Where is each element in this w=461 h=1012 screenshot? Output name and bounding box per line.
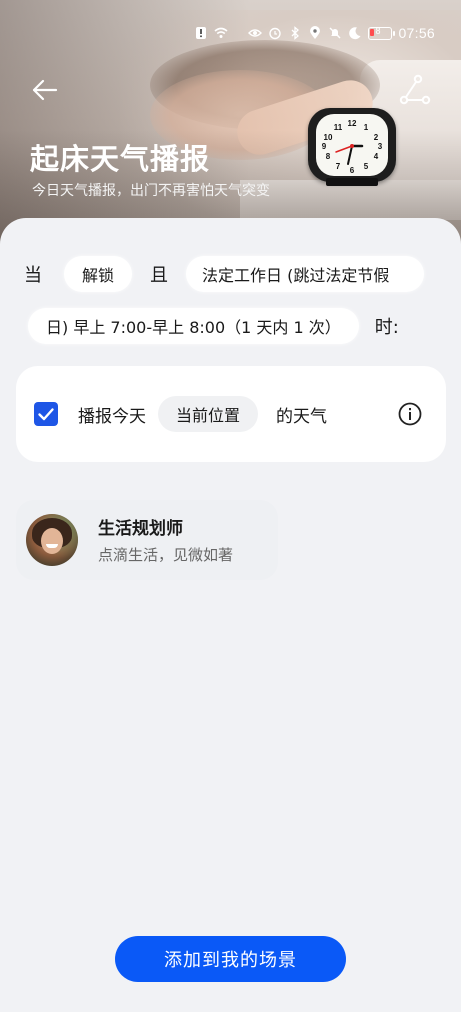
svg-text:11: 11 bbox=[334, 123, 343, 132]
page-title: 起床天气播报 bbox=[30, 142, 211, 176]
flow-share-icon[interactable] bbox=[398, 74, 432, 106]
alarm-clock-image: 12 1 2 345 678 9 10 11 bbox=[308, 108, 396, 186]
svg-text:6: 6 bbox=[350, 166, 355, 175]
bluetooth-icon bbox=[291, 26, 300, 40]
svg-text:1: 1 bbox=[364, 123, 369, 132]
location-chip[interactable]: 当前位置 bbox=[158, 396, 259, 432]
checkmark-icon bbox=[38, 408, 54, 421]
time-suffix: 时: bbox=[374, 317, 399, 338]
action-card: 播报今天 当前位置 的天气 bbox=[16, 366, 446, 462]
trigger-chip[interactable]: 解锁 bbox=[64, 256, 133, 292]
location-icon bbox=[310, 26, 321, 39]
battery-icon: 8 bbox=[368, 25, 396, 40]
when-word: 当 bbox=[24, 265, 42, 286]
wifi-icon bbox=[214, 27, 228, 38]
svg-text:5: 5 bbox=[364, 162, 369, 171]
avatar-face bbox=[41, 528, 63, 554]
battery-level-text: 8 bbox=[375, 25, 381, 36]
author-description: 点滴生活，见微如著 bbox=[98, 546, 234, 564]
svg-text:3: 3 bbox=[378, 142, 383, 151]
info-icon[interactable] bbox=[398, 402, 422, 426]
avatar bbox=[26, 514, 78, 566]
action-text-after: 的天气 bbox=[276, 407, 327, 427]
schedule-chip-continued[interactable]: 日) 早上 7:00-早上 8:00（1 天内 1 次） bbox=[28, 308, 359, 344]
action-checkbox[interactable] bbox=[34, 402, 58, 426]
add-to-my-scenes-button[interactable]: 添加到我的场景 bbox=[115, 936, 346, 982]
condition-row-1: 当 解锁 且 法定工作日 (跳过法定节假 bbox=[24, 256, 425, 292]
action-text-before: 播报今天 bbox=[78, 407, 146, 427]
condition-row-2: 日) 早上 7:00-早上 8:00（1 天内 1 次） 时: bbox=[28, 308, 399, 344]
page-subtitle: 今日天气播报，出门不再害怕天气突变 bbox=[32, 183, 270, 199]
clock-time: 07:56 bbox=[398, 25, 435, 41]
arrow-left-icon[interactable] bbox=[28, 74, 60, 106]
svg-text:10: 10 bbox=[324, 133, 333, 142]
battery-level-bar bbox=[370, 28, 375, 36]
author-name: 生活规划师 bbox=[98, 519, 183, 539]
clock-feet bbox=[326, 178, 378, 186]
svg-text:7: 7 bbox=[336, 162, 341, 171]
svg-text:4: 4 bbox=[374, 152, 379, 161]
schedule-chip[interactable]: 法定工作日 (跳过法定节假 bbox=[186, 256, 425, 292]
svg-text:2: 2 bbox=[374, 133, 379, 142]
status-bar: 8 07:56 bbox=[194, 22, 435, 44]
and-word: 且 bbox=[150, 265, 169, 286]
svg-text:12: 12 bbox=[348, 119, 357, 128]
svg-text:9: 9 bbox=[322, 142, 327, 151]
svg-text:8: 8 bbox=[326, 152, 331, 161]
author-card[interactable]: 生活规划师 点滴生活，见微如著 bbox=[16, 500, 278, 580]
mute-icon bbox=[329, 27, 341, 39]
eye-comfort-icon bbox=[248, 29, 263, 37]
clock-face-icon: 12 12 345 678 91011 bbox=[322, 119, 383, 175]
sim-alert-icon bbox=[196, 27, 207, 39]
alarm-icon bbox=[269, 27, 282, 40]
moon-icon bbox=[349, 27, 361, 40]
